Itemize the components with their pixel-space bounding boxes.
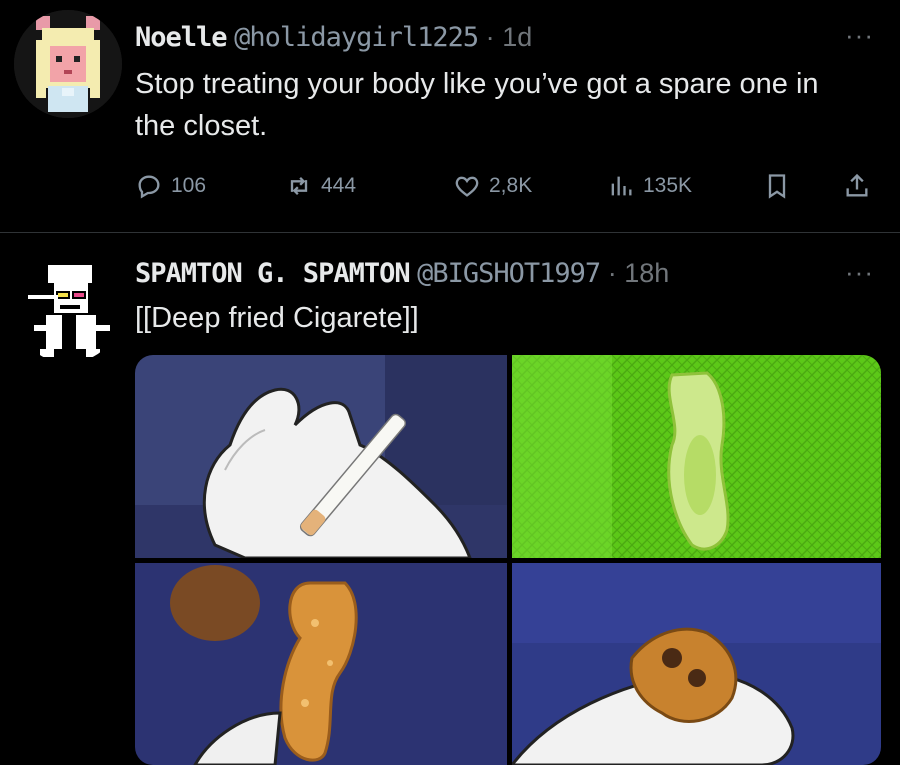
media-grid (135, 355, 881, 765)
fryer-photo (512, 355, 881, 558)
separator-dot: · (485, 22, 495, 52)
views-icon (611, 176, 632, 196)
tweet-header: SPAMTON G. SPAMTON @BIGSHOT1997 · 18h (135, 258, 669, 289)
timestamp[interactable]: 18h (624, 258, 669, 288)
repost-button[interactable]: 444 (285, 166, 356, 206)
display-name[interactable]: SPAMTON G. SPAMTON (135, 258, 411, 289)
user-handle[interactable]: @BIGSHOT1997 (417, 258, 601, 289)
bookmark-button[interactable] (763, 166, 799, 206)
more-options-button[interactable]: ··· (845, 257, 874, 288)
repost-icon (290, 177, 308, 195)
spamton-avatar-image (14, 255, 122, 363)
noelle-avatar-image (14, 10, 122, 118)
timestamp[interactable]: 1d (502, 22, 532, 52)
tweet-text: [[Deep fried Cigarete]] (135, 302, 419, 334)
more-options-button[interactable]: ··· (845, 20, 874, 51)
display-name[interactable]: Noelle (135, 22, 228, 53)
share-icon (846, 173, 868, 197)
user-handle[interactable]: @holidaygirl1225 (234, 22, 479, 53)
views-button[interactable]: 135K (607, 166, 692, 206)
reply-icon (138, 175, 160, 199)
cigarette-photo (135, 355, 507, 558)
view-count: 135K (643, 174, 693, 197)
tweet-header: Noelle @holidaygirl1225 · 1d (135, 22, 532, 53)
tweet-spamton[interactable]: SPAMTON G. SPAMTON @BIGSHOT1997 · 18h ··… (0, 233, 900, 765)
avatar-spamton[interactable] (14, 255, 122, 363)
media-image-bitten[interactable] (512, 563, 881, 765)
media-image-fryer[interactable] (512, 355, 881, 558)
tweet-text: Stop treating your body like you’ve got … (135, 68, 819, 142)
bitten-photo (512, 563, 881, 765)
action-bar: 106 444 2,8K 135K (135, 166, 880, 206)
share-button[interactable] (843, 166, 879, 206)
repost-count: 444 (321, 174, 357, 197)
like-button[interactable]: 2,8K (453, 166, 532, 206)
bookmark-icon (768, 174, 786, 199)
reply-count: 106 (171, 174, 207, 197)
fried-stick-photo (135, 563, 507, 765)
reply-button[interactable]: 106 (135, 166, 206, 206)
heart-icon (455, 176, 479, 197)
media-image-fried-stick[interactable] (135, 563, 507, 765)
media-image-cigarette[interactable] (135, 355, 507, 558)
like-count: 2,8K (489, 174, 533, 197)
avatar-noelle[interactable] (14, 10, 122, 118)
tweet-noelle[interactable]: Noelle @holidaygirl1225 · 1d ··· Stop tr… (0, 0, 900, 233)
separator-dot: · (607, 258, 617, 288)
